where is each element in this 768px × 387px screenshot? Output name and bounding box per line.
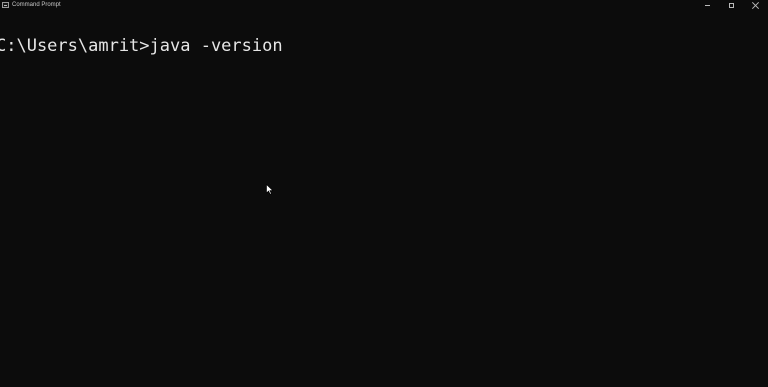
close-button[interactable] bbox=[744, 0, 768, 12]
window-controls bbox=[696, 0, 768, 12]
command-line[interactable]: C:\Users\amrit>java -version bbox=[0, 35, 283, 57]
command-prompt-window: Command Prompt C:\Users\amrit>java -vers… bbox=[0, 0, 768, 387]
minimize-icon bbox=[705, 5, 710, 6]
console-output[interactable]: C:\Users\amrit>java -version bbox=[0, 12, 768, 387]
close-icon bbox=[752, 2, 759, 9]
maximize-icon bbox=[729, 3, 734, 8]
terminal-icon bbox=[2, 2, 9, 8]
title-bar[interactable]: Command Prompt bbox=[0, 0, 768, 12]
maximize-button[interactable] bbox=[720, 0, 744, 12]
command-text: java -version bbox=[149, 36, 283, 56]
minimize-button[interactable] bbox=[696, 0, 720, 12]
prompt-path: C:\Users\amrit> bbox=[0, 36, 150, 56]
mouse-pointer-icon bbox=[266, 184, 274, 195]
window-title: Command Prompt bbox=[12, 2, 61, 8]
